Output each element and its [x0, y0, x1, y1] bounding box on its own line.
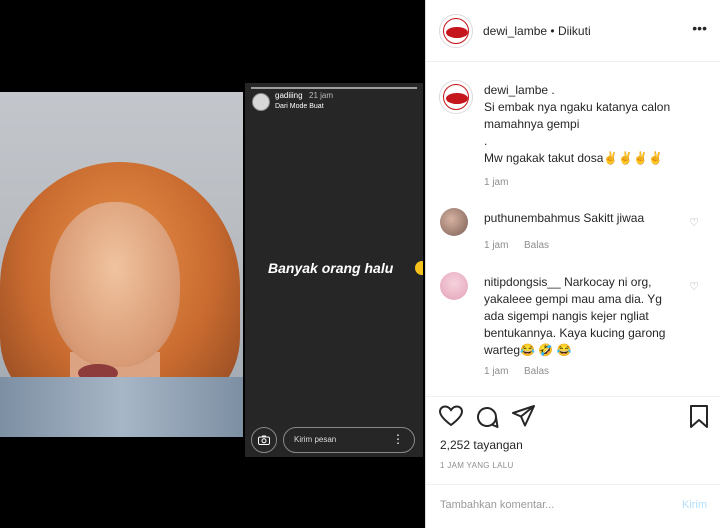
comment-line: nitipdongsis__ Narkocay ni org, — [484, 275, 651, 289]
comment-time[interactable]: 1 jam — [484, 240, 508, 251]
reply-button[interactable]: Balas — [524, 366, 549, 377]
story-username: gadiiing — [275, 91, 303, 100]
commenter-avatar[interactable] — [440, 208, 468, 236]
comment-text: Sakitt jiwaa — [583, 211, 645, 225]
instagram-post-view: gadiiing 21 jam Dari Mode Buat Banyak or… — [0, 0, 720, 528]
caption-username[interactable]: dewi_lambe . — [484, 83, 555, 97]
post-comment-button[interactable]: Kirim — [682, 499, 707, 511]
more-options-icon[interactable]: ••• — [692, 20, 707, 36]
caption-time[interactable]: 1 jam — [484, 177, 508, 188]
comment-text: Narkocay ni org, — [564, 275, 652, 289]
jacket-shape — [0, 377, 243, 437]
post-header: dewi_lambe • Diikuti ••• — [426, 0, 720, 62]
comment-text: bentukannya. Kaya kucing garong — [484, 326, 666, 340]
post-actions: 2,252 tayangan 1 JAM YANG LALU — [426, 396, 720, 486]
reply-button[interactable]: Balas — [524, 240, 549, 251]
story-progress-bar — [251, 87, 417, 89]
post-side-panel: dewi_lambe • Diikuti ••• dewi_lambe . Si… — [425, 0, 720, 528]
comments-list[interactable]: dewi_lambe . Si embak nya ngaku katanya … — [426, 63, 720, 393]
view-count[interactable]: 2,252 tayangan — [440, 438, 523, 452]
follow-status[interactable]: Diikuti — [558, 24, 591, 38]
caption-line: Mw ngakak takut dosa✌✌✌✌ — [484, 151, 664, 165]
story-avatar — [252, 93, 270, 111]
comment-icon[interactable] — [475, 405, 499, 435]
story-text: Banyak orang halu — [268, 260, 394, 276]
comment-line: puthunembahmus Sakitt jiwaa — [484, 211, 644, 225]
heart-icon[interactable]: ♡ — [689, 216, 699, 229]
emoji-icon — [415, 261, 423, 275]
caption-line: . — [484, 134, 488, 148]
bookmark-icon[interactable] — [689, 405, 709, 435]
face-shape — [50, 202, 180, 367]
story-subtitle: Dari Mode Buat — [275, 103, 324, 110]
author-avatar[interactable] — [439, 14, 473, 48]
comment-text: ada sigempi nangis kejer ngliat — [484, 309, 649, 323]
caption-avatar[interactable] — [439, 80, 473, 114]
comment-text: yakaleee gempi mau ama dia. Yg — [484, 292, 662, 306]
author-username[interactable]: dewi_lambe — [483, 24, 547, 38]
caption-line: Si embak nya ngaku katanya calon — [484, 100, 671, 114]
comment-time[interactable]: 1 jam — [484, 366, 508, 377]
posted-time[interactable]: 1 JAM YANG LALU — [440, 461, 514, 470]
heart-icon[interactable]: ♡ — [689, 280, 699, 293]
comment-username[interactable]: puthunembahmus — [484, 211, 580, 225]
comment-input[interactable]: Tambahkan komentar... — [440, 499, 554, 511]
dot-separator: • — [550, 24, 558, 38]
more-vertical-icon: ⋮ — [392, 432, 404, 446]
story-time: 21 jam — [309, 91, 334, 100]
camera-icon — [251, 427, 277, 453]
share-icon[interactable] — [512, 405, 536, 433]
heart-icon[interactable] — [438, 405, 464, 433]
author-line: dewi_lambe • Diikuti — [483, 24, 591, 38]
comment-text: warteg😂 🤣 😂 — [484, 343, 572, 357]
add-comment-bar: Tambahkan komentar... Kirim — [426, 484, 720, 528]
lips-logo-icon — [446, 93, 468, 104]
caption-line: mamahnya gempi — [484, 117, 580, 131]
lips-logo-icon — [446, 27, 468, 38]
story-screenshot: gadiiing 21 jam Dari Mode Buat Banyak or… — [245, 83, 423, 457]
commenter-avatar[interactable] — [440, 272, 468, 300]
post-media[interactable]: gadiiing 21 jam Dari Mode Buat Banyak or… — [0, 0, 425, 528]
story-message-box: Kirim pesan ⋮ — [283, 427, 415, 453]
woman-photo — [0, 92, 243, 437]
story-message-placeholder: Kirim pesan — [294, 435, 337, 444]
comment-username[interactable]: nitipdongsis__ — [484, 275, 561, 289]
